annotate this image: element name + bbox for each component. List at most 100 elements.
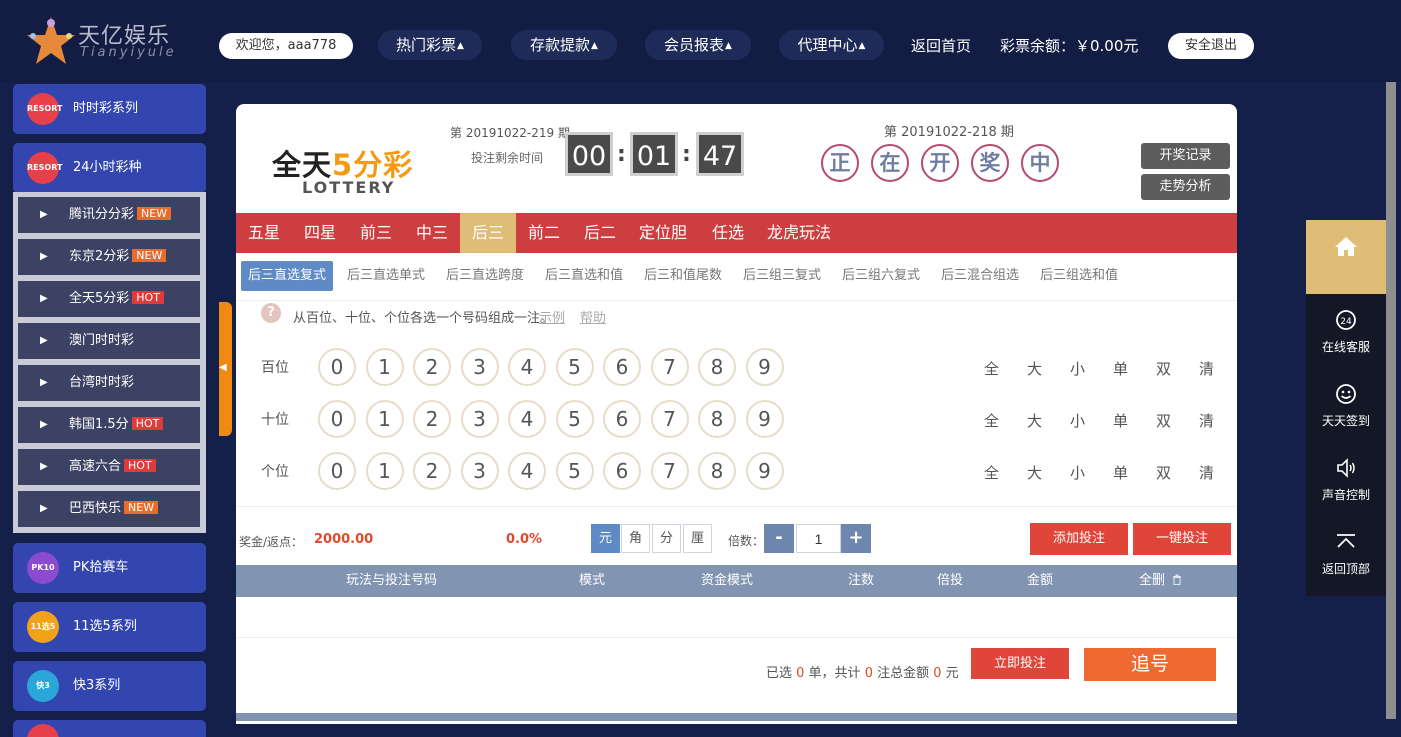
draw-history-button[interactable]: 开奖记录 bbox=[1141, 143, 1230, 169]
unit-jiao-button[interactable]: 角 bbox=[621, 524, 650, 553]
tab-five-star[interactable]: 五星 bbox=[236, 213, 292, 253]
number-ball[interactable]: 7 bbox=[650, 400, 689, 438]
number-ball[interactable]: 2 bbox=[413, 348, 451, 386]
tab-dragon-tiger[interactable]: 龙虎玩法 bbox=[758, 213, 840, 253]
number-ball[interactable]: 6 bbox=[603, 348, 641, 386]
tab-front-three[interactable]: 前三 bbox=[348, 213, 404, 253]
number-ball[interactable]: 3 bbox=[460, 348, 499, 386]
number-ball[interactable]: 9 bbox=[745, 400, 784, 438]
unit-li-button[interactable]: 厘 bbox=[683, 524, 712, 553]
nav-hot-lottery[interactable]: 热门彩票▲ bbox=[378, 30, 482, 60]
number-ball[interactable]: 6 bbox=[603, 452, 641, 490]
number-ball[interactable]: 3 bbox=[460, 400, 499, 438]
tab-back-three[interactable]: 后三 bbox=[460, 213, 516, 253]
subtab-mixed-group[interactable]: 后三混合组选 bbox=[941, 261, 1019, 291]
sidebar-category-k3[interactable]: 快3 快3系列 bbox=[13, 661, 206, 711]
unit-yuan-button[interactable]: 元 bbox=[591, 524, 620, 553]
delete-all-button[interactable]: 全删 bbox=[1139, 565, 1182, 597]
quick-select-button[interactable]: 大 bbox=[1027, 410, 1042, 431]
nav-home-link[interactable]: 返回首页 bbox=[911, 35, 971, 56]
sidebar-item-speed-mark6[interactable]: ▶ 高速六合 HOT bbox=[18, 449, 200, 485]
multiple-decrease-button[interactable]: - bbox=[764, 524, 794, 553]
sidebar-category-partial[interactable] bbox=[13, 720, 206, 737]
subtab-direct-compound[interactable]: 后三直选复式 bbox=[241, 261, 334, 291]
number-ball[interactable]: 9 bbox=[745, 348, 784, 386]
number-ball[interactable]: 9 bbox=[745, 452, 784, 490]
nav-member-report[interactable]: 会员报表▲ bbox=[645, 30, 751, 60]
daily-checkin-button[interactable]: 天天签到 bbox=[1306, 370, 1386, 442]
number-ball[interactable]: 2 bbox=[413, 400, 451, 438]
tab-back-two[interactable]: 后二 bbox=[572, 213, 628, 253]
sidebar-item-tencent-ffc[interactable]: ▶ 腾讯分分彩 NEW bbox=[18, 197, 200, 233]
number-ball[interactable]: 0 bbox=[318, 452, 356, 490]
tab-front-two[interactable]: 前二 bbox=[516, 213, 572, 253]
add-bet-button[interactable]: 添加投注 bbox=[1030, 523, 1128, 555]
sound-control-button[interactable]: 声音控制 bbox=[1306, 444, 1386, 516]
example-link[interactable]: 示例 bbox=[539, 307, 565, 326]
quick-select-button[interactable]: 全 bbox=[984, 410, 999, 431]
subtab-direct-single[interactable]: 后三直选单式 bbox=[347, 261, 425, 291]
subtab-group6-compound[interactable]: 后三组六复式 bbox=[842, 261, 920, 291]
help-link[interactable]: 帮助 bbox=[580, 307, 606, 326]
nav-agent-center[interactable]: 代理中心▲ bbox=[779, 30, 884, 60]
chase-number-button[interactable]: 追号 bbox=[1084, 648, 1216, 681]
subtab-sum-tail[interactable]: 后三和值尾数 bbox=[644, 261, 722, 291]
logout-button[interactable]: 安全退出 bbox=[1168, 33, 1254, 59]
sidebar-collapse-handle[interactable]: ◀ bbox=[219, 302, 232, 436]
number-ball[interactable]: 5 bbox=[555, 452, 594, 490]
sidebar-category-pk10[interactable]: PK10 PK拾赛车 bbox=[13, 543, 206, 593]
quick-select-button[interactable]: 大 bbox=[1027, 358, 1042, 379]
number-ball[interactable]: 2 bbox=[413, 452, 451, 490]
sidebar-item-taiwan-ssc[interactable]: ▶ 台湾时时彩 bbox=[18, 365, 200, 401]
quick-select-button[interactable]: 双 bbox=[1156, 462, 1171, 483]
number-ball[interactable]: 5 bbox=[555, 400, 594, 438]
sidebar-item-brazil-happy[interactable]: ▶ 巴西快乐 NEW bbox=[18, 491, 200, 527]
sidebar-item-macau-ssc[interactable]: ▶ 澳门时时彩 bbox=[18, 323, 200, 359]
one-click-bet-button[interactable]: 一键投注 bbox=[1133, 523, 1231, 555]
tab-optional[interactable]: 任选 bbox=[698, 213, 758, 253]
quick-select-button[interactable]: 小 bbox=[1070, 462, 1085, 483]
number-ball[interactable]: 8 bbox=[698, 452, 736, 490]
number-ball[interactable]: 1 bbox=[365, 400, 404, 438]
number-ball[interactable]: 1 bbox=[365, 452, 404, 490]
brand-logo[interactable]: 天亿娱乐 Tianyiyule bbox=[24, 12, 184, 68]
number-ball[interactable]: 0 bbox=[318, 400, 356, 438]
quick-select-button[interactable]: 双 bbox=[1156, 358, 1171, 379]
online-service-button[interactable]: 24 在线客服 bbox=[1306, 296, 1386, 368]
quick-select-button[interactable]: 大 bbox=[1027, 462, 1042, 483]
home-float-button[interactable] bbox=[1306, 220, 1386, 294]
number-ball[interactable]: 8 bbox=[698, 348, 736, 386]
sidebar-category-11x5[interactable]: 11选5 11选5系列 bbox=[13, 602, 206, 652]
quick-select-button[interactable]: 单 bbox=[1113, 358, 1128, 379]
place-bet-button[interactable]: 立即投注 bbox=[971, 648, 1069, 679]
subtab-direct-span[interactable]: 后三直选跨度 bbox=[446, 261, 524, 291]
number-ball[interactable]: 5 bbox=[555, 348, 594, 386]
multiple-increase-button[interactable]: + bbox=[841, 524, 871, 553]
back-to-top-button[interactable]: 返回顶部 bbox=[1306, 518, 1386, 590]
quick-select-button[interactable]: 单 bbox=[1113, 462, 1128, 483]
subtab-group-sum[interactable]: 后三组选和值 bbox=[1040, 261, 1118, 291]
subtab-direct-sum[interactable]: 后三直选和值 bbox=[545, 261, 623, 291]
tab-four-star[interactable]: 四星 bbox=[292, 213, 348, 253]
quick-select-button[interactable]: 清 bbox=[1199, 410, 1214, 431]
sidebar-category-24h[interactable]: RESORT 24小时彩种 bbox=[13, 143, 206, 193]
number-ball[interactable]: 1 bbox=[365, 348, 404, 386]
subtab-group3-compound[interactable]: 后三组三复式 bbox=[743, 261, 821, 291]
trend-analysis-button[interactable]: 走势分析 bbox=[1141, 174, 1230, 200]
sidebar-item-tokyo-2fc[interactable]: ▶ 东京2分彩 NEW bbox=[18, 239, 200, 275]
number-ball[interactable]: 8 bbox=[698, 400, 736, 438]
sidebar-category-ssc[interactable]: RESORT 时时彩系列 bbox=[13, 84, 206, 134]
number-ball[interactable]: 4 bbox=[508, 400, 546, 438]
quick-select-button[interactable]: 双 bbox=[1156, 410, 1171, 431]
multiple-input[interactable] bbox=[796, 524, 841, 553]
page-scrollbar[interactable] bbox=[1386, 82, 1396, 719]
tab-position[interactable]: 定位胆 bbox=[628, 213, 698, 253]
number-ball[interactable]: 3 bbox=[460, 452, 499, 490]
quick-select-button[interactable]: 全 bbox=[984, 358, 999, 379]
quick-select-button[interactable]: 单 bbox=[1113, 410, 1128, 431]
number-ball[interactable]: 6 bbox=[603, 400, 641, 438]
number-ball[interactable]: 4 bbox=[508, 348, 546, 386]
sidebar-item-korea-15[interactable]: ▶ 韩国1.5分 HOT bbox=[18, 407, 200, 443]
tab-middle-three[interactable]: 中三 bbox=[404, 213, 460, 253]
quick-select-button[interactable]: 全 bbox=[984, 462, 999, 483]
